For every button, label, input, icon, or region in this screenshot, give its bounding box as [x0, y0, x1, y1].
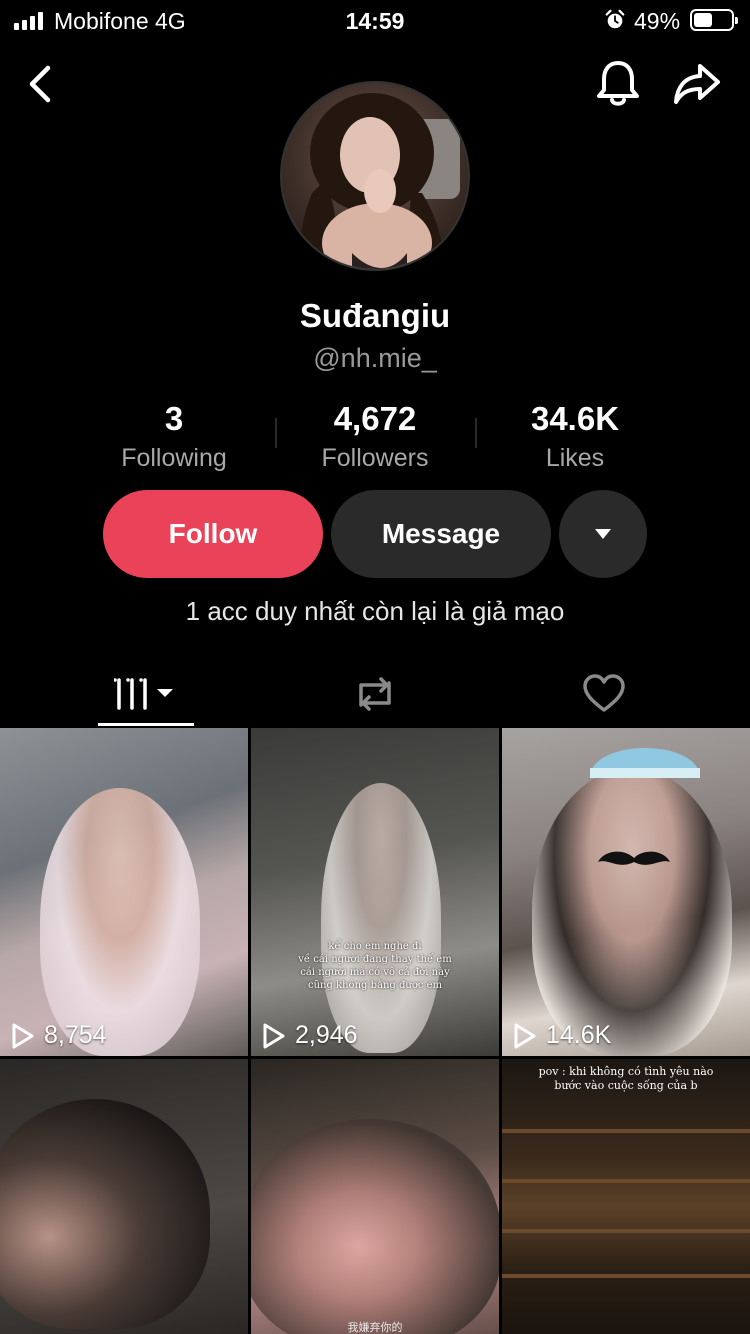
video-thumbnail[interactable]: 14.6K [502, 728, 750, 1056]
view-count-value: 2,946 [295, 1021, 358, 1049]
status-bar: Mobifone 4G 14:59 49% [0, 0, 750, 40]
avatar-photo [301, 93, 460, 269]
battery-fill [694, 13, 712, 27]
video-thumbnail[interactable] [0, 1059, 248, 1334]
bar-shelf [502, 1229, 750, 1233]
video-thumbnail[interactable]: kể cho em nghe đi về cái người đang thay… [251, 728, 499, 1056]
display-name: Suđangiu [299, 297, 451, 334]
follow-button[interactable]: Follow [103, 490, 323, 578]
stat-following[interactable]: 3 Following [74, 400, 274, 473]
beanie-sticker [590, 748, 700, 778]
likes-count: 34.6K [530, 400, 620, 437]
following-label: Following [121, 444, 227, 472]
view-count: 8,754 [10, 1021, 107, 1050]
play-icon [12, 1023, 34, 1048]
followers-count: 4,672 [333, 400, 417, 437]
bell-icon[interactable] [594, 58, 642, 108]
battery-icon [690, 9, 738, 31]
thumbnail-image [40, 788, 200, 1056]
play-icon [263, 1023, 285, 1048]
battery-percent: 49% [634, 8, 681, 34]
thumbnail-image [321, 783, 441, 1053]
username-handle: @nh.mie_ [313, 343, 437, 373]
stat-likes[interactable]: 34.6K Likes [475, 400, 675, 473]
repost-icon [359, 677, 391, 711]
video-caption: 我嫌弃你的 [347, 1321, 403, 1334]
caret-down-icon [595, 529, 611, 539]
likes-label: Likes [545, 444, 605, 472]
share-arrow-icon[interactable] [672, 62, 722, 106]
bar-shelf [502, 1129, 750, 1133]
message-button[interactable]: Message [331, 490, 551, 578]
video-caption: kể cho em nghe đi về cái người đang thay… [298, 941, 452, 991]
video-caption: pov : khi không có tình yêu nào bước vào… [538, 1065, 714, 1092]
profile-bio: 1 acc duy nhất còn lại là giả mạo [185, 596, 565, 626]
thumbnail-image [251, 1119, 499, 1334]
tab-liked[interactable] [560, 660, 648, 728]
stat-followers[interactable]: 4,672 Followers [275, 400, 475, 473]
view-count: 14.6K [512, 1021, 611, 1050]
tab-videos[interactable] [98, 660, 194, 728]
view-count-value: 14.6K [546, 1021, 612, 1049]
view-count: 2,946 [261, 1021, 358, 1050]
mustache-sticker [598, 851, 670, 865]
profile-avatar[interactable] [280, 81, 470, 271]
heart-icon [583, 674, 625, 712]
back-chevron-icon[interactable] [22, 62, 62, 106]
thumbnail-image [532, 768, 732, 1056]
video-thumbnail[interactable]: 我嫌弃你的 [251, 1059, 499, 1334]
tab-reposts[interactable] [330, 660, 420, 728]
followers-label: Followers [321, 444, 429, 472]
more-options-button[interactable] [559, 490, 647, 578]
video-grid-icon [114, 678, 173, 710]
alarm-clock-icon [605, 9, 625, 29]
following-count: 3 [164, 400, 184, 437]
thumbnail-image [0, 1099, 210, 1329]
video-thumbnail[interactable]: 8,754 [0, 728, 248, 1056]
active-tab-indicator [98, 723, 194, 726]
video-thumbnail[interactable]: pov : khi không có tình yêu nào bước vào… [502, 1059, 750, 1334]
bar-shelf [502, 1179, 750, 1183]
bar-shelf [502, 1274, 750, 1278]
view-count-value: 8,754 [44, 1021, 107, 1049]
play-icon [514, 1023, 536, 1048]
